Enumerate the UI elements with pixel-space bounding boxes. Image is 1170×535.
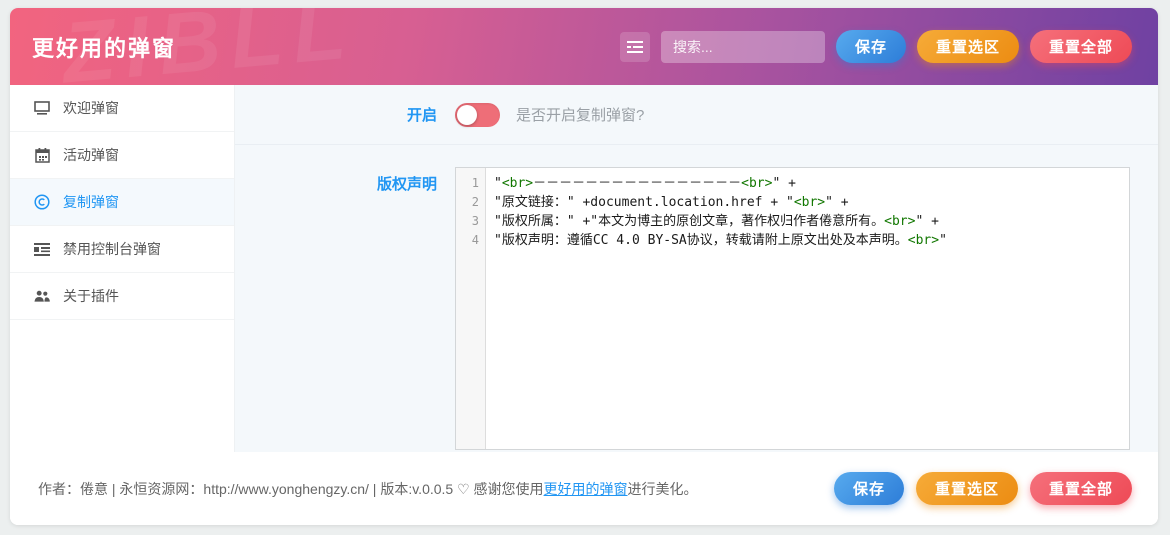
menu-list-icon[interactable] [619, 31, 650, 62]
sidebar-item-disable-console-popup[interactable]: 禁用控制台弹窗 [10, 226, 234, 273]
copyright-label: 版权声明 [376, 176, 437, 193]
sidebar-item-welcome-popup[interactable]: 欢迎弹窗 [10, 85, 234, 132]
footer-text-after: 进行美化。 [627, 480, 698, 497]
toggle-hint: 是否开启复制弹窗? [516, 107, 645, 124]
sidebar-item-about-plugin[interactable]: 关于插件 [10, 273, 234, 320]
footer-reset-selection-button[interactable]: 重置选区 [915, 472, 1018, 505]
toggle-setting-row: 开启 是否开启复制弹窗? [235, 85, 1158, 145]
sidebar-item-label: 关于插件 [63, 288, 119, 304]
sidebar-item-copy-popup[interactable]: 复制弹窗 [10, 179, 234, 226]
monitor-icon [34, 100, 50, 116]
copyright-setting-row: 版权声明 1234 "<br>－－－－－－－－－－－－－－－－<br>" + "原… [235, 145, 1158, 450]
code-lines[interactable]: "<br>－－－－－－－－－－－－－－－－<br>" + "原文链接：" +doc… [486, 168, 1129, 449]
calendar-icon [34, 147, 50, 163]
footer-text-before: 作者：倦意 | 永恒资源网：http://www.yonghengzy.cn/ … [38, 480, 544, 497]
footer-buttons: 保存 重置选区 重置全部 [833, 472, 1132, 505]
copy-popup-toggle[interactable] [455, 102, 500, 127]
footer-credits: 作者：倦意 | 永恒资源网：http://www.yonghengzy.cn/ … [38, 479, 698, 499]
toggle-label: 开启 [406, 107, 437, 124]
footer-reset-all-button[interactable]: 重置全部 [1029, 472, 1132, 505]
content: 欢迎弹窗 活动弹窗 复制弹窗 禁用控制台弹窗 关于插件 开启 是否开启复制弹窗?… [10, 85, 1158, 452]
users-icon [34, 288, 50, 304]
plugin-link[interactable]: 更好用的弹窗 [544, 481, 628, 497]
reset-all-button[interactable]: 重置全部 [1029, 30, 1132, 63]
search-input[interactable] [660, 30, 825, 63]
header: ZIBLL 更好用的弹窗 保存 重置选区 重置全部 [10, 8, 1158, 85]
sidebar: 欢迎弹窗 活动弹窗 复制弹窗 禁用控制台弹窗 关于插件 [10, 85, 235, 452]
footer-save-button[interactable]: 保存 [833, 472, 904, 505]
toggle-knob [457, 104, 477, 125]
sidebar-item-activity-popup[interactable]: 活动弹窗 [10, 132, 234, 179]
console-icon [34, 241, 50, 257]
page-title: 更好用的弹窗 [32, 35, 177, 61]
reset-selection-button[interactable]: 重置选区 [916, 30, 1019, 63]
settings-main: 开启 是否开启复制弹窗? 版权声明 1234 "<br>－－－－－－－－－－－－… [235, 85, 1158, 452]
sidebar-item-label: 复制弹窗 [63, 194, 119, 210]
header-toolbar: 保存 重置选区 重置全部 [619, 30, 1132, 63]
code-gutter: 1234 [456, 168, 486, 449]
sidebar-item-label: 欢迎弹窗 [63, 100, 119, 116]
footer: 作者：倦意 | 永恒资源网：http://www.yonghengzy.cn/ … [10, 452, 1158, 525]
plugin-settings-panel: ZIBLL 更好用的弹窗 保存 重置选区 重置全部 [10, 8, 1158, 525]
copyright-icon [34, 194, 50, 210]
sidebar-item-label: 禁用控制台弹窗 [63, 241, 161, 257]
sidebar-item-label: 活动弹窗 [63, 147, 119, 163]
copyright-code-editor[interactable]: 1234 "<br>－－－－－－－－－－－－－－－－<br>" + "原文链接："… [455, 167, 1130, 450]
save-button[interactable]: 保存 [835, 30, 906, 63]
